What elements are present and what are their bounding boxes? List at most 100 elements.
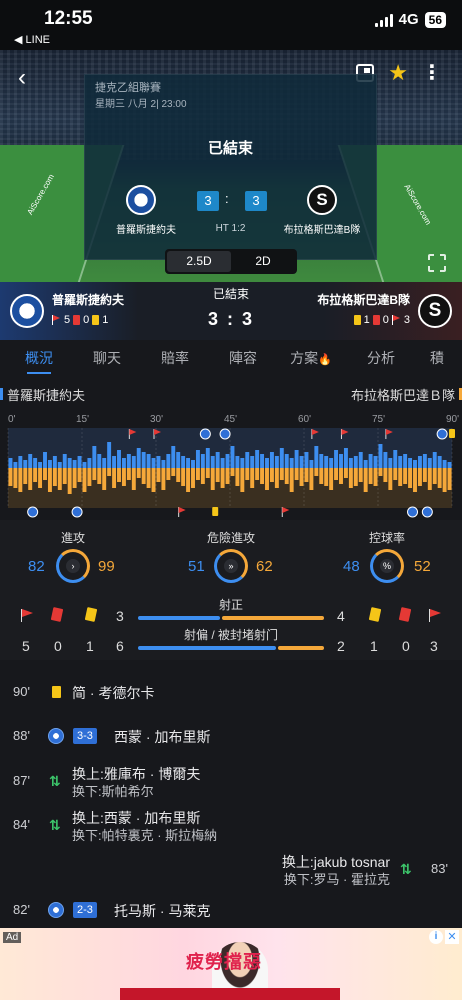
ad-headline: 疲勞擋惡 — [186, 952, 262, 972]
away-team-logo[interactable]: S — [307, 185, 337, 215]
away-momentum-bar — [102, 468, 107, 490]
match-status-bar: 已結束 — [212, 287, 249, 301]
home-momentum-bar — [442, 460, 447, 468]
away-momentum-bar — [186, 468, 191, 492]
away-momentum-bar — [117, 468, 121, 482]
attack-away: 99 — [98, 558, 115, 575]
dangerous-home: 51 — [188, 558, 205, 575]
clock: 12:55 — [44, 8, 93, 29]
back-to-app-link[interactable]: ◀ LINE — [14, 33, 50, 46]
away-momentum-bar — [210, 468, 215, 490]
home-momentum-bar — [121, 458, 126, 468]
away-momentum-bar — [161, 468, 166, 490]
event-minute: 90' — [13, 684, 30, 699]
home-momentum-bar — [52, 456, 57, 468]
more-icon[interactable]: ⋮ — [422, 63, 442, 83]
home-momentum-bar — [427, 458, 432, 468]
home-momentum-bar — [200, 454, 205, 468]
tab-analysis[interactable]: 分析 — [350, 340, 412, 376]
home-momentum-bar — [166, 454, 171, 468]
away-red-count: 0 — [402, 638, 410, 654]
tab-overview[interactable]: 概況 — [0, 340, 78, 376]
event-player: 托马斯 · 马莱克 — [114, 903, 211, 919]
status-indicators: 4G 56 — [374, 11, 446, 28]
away-momentum-bar — [289, 468, 294, 492]
possession-label: 控球率 — [368, 531, 405, 545]
momentum-chart: 0' 15' 30' 45' 60' 75' 90' — [0, 410, 462, 518]
home-team-logo[interactable] — [126, 185, 156, 215]
home-momentum-bar — [245, 452, 250, 468]
away-momentum-bar — [18, 468, 23, 492]
away-momentum-bar — [255, 468, 260, 480]
home-momentum-bar — [23, 460, 28, 468]
fullscreen-icon[interactable] — [428, 254, 446, 272]
tab-lineup[interactable]: 陣容 — [214, 340, 272, 376]
favorite-star-icon[interactable]: ★ — [388, 62, 408, 84]
away-momentum-bar — [245, 468, 250, 480]
shots-on-away: 4 — [337, 608, 345, 624]
away-momentum-bar — [62, 468, 67, 484]
home-momentum-bar — [215, 452, 220, 468]
home-momentum-bar — [294, 450, 299, 468]
home-momentum-bar — [324, 456, 329, 468]
home-momentum-bar — [67, 458, 72, 468]
ad-close-icon[interactable]: ✕ — [445, 930, 459, 944]
away-momentum-bar — [97, 468, 102, 484]
home-momentum-bar — [225, 454, 230, 468]
away-momentum-bar — [388, 468, 393, 490]
view-2.5d-button[interactable]: 2.5D — [167, 251, 231, 272]
home-momentum-bar — [131, 456, 136, 468]
home-momentum-bar — [186, 458, 191, 468]
yellow-card-icon — [52, 686, 61, 698]
tab-chat[interactable]: 聊天 — [78, 340, 136, 376]
away-event-goal-icon — [71, 506, 83, 518]
away-momentum-bar — [230, 468, 235, 476]
home-momentum-bar — [82, 462, 87, 468]
dangerous-attack-label: 危險進攻 — [206, 531, 255, 545]
away-momentum-bar — [195, 468, 200, 480]
ad-banner[interactable]: Ad i ✕ 疲勞擋惡 — [0, 928, 462, 1000]
home-momentum-bar — [161, 460, 166, 468]
view-2d-button[interactable]: 2D — [231, 251, 295, 272]
away-momentum-bar — [358, 468, 363, 482]
fire-icon: 🔥 — [318, 354, 332, 366]
away-momentum-bar — [348, 468, 353, 488]
status-bar: 12:55 ◀ LINE 4G 56 — [0, 0, 462, 50]
away-momentum-bar — [77, 468, 82, 482]
tab-bar: 概況 聊天 賠率 陣容 方案🔥 分析 積 — [0, 340, 462, 376]
home-momentum-bar — [432, 452, 437, 468]
home-momentum-bar — [33, 458, 38, 468]
ad-info-icon[interactable]: i — [429, 930, 443, 944]
home-momentum-bar — [97, 454, 102, 468]
attack-home: 82 — [28, 558, 45, 575]
home-momentum-bar — [230, 446, 235, 468]
away-momentum-bar — [67, 468, 72, 494]
tab-standings[interactable]: 積 — [412, 340, 462, 376]
away-momentum-bar — [378, 468, 383, 476]
shots-off-bar-home — [138, 646, 276, 650]
tab-tips[interactable]: 方案🔥 — [272, 340, 350, 376]
shots-on-bar-home — [138, 616, 220, 620]
substitution-icon: ⇅ — [49, 817, 61, 833]
away-momentum-bar — [131, 468, 136, 490]
event-score: 3-3 — [73, 728, 97, 744]
away-score: 3 — [245, 191, 267, 211]
goal-ball-icon — [48, 902, 64, 918]
home-momentum-bar — [62, 454, 67, 468]
home-momentum-bar — [13, 462, 18, 468]
away-momentum-bar — [432, 468, 437, 484]
back-arrow-icon[interactable]: ‹ — [18, 64, 26, 92]
away-momentum-bar — [8, 468, 13, 486]
event-minute: 82' — [13, 902, 30, 917]
home-momentum-bar — [274, 456, 279, 468]
away-momentum-bar — [225, 468, 230, 484]
tab-odds[interactable]: 賠率 — [136, 340, 214, 376]
substitution-icon: ⇅ — [49, 773, 61, 789]
away-momentum-bar — [87, 468, 92, 486]
stats-panel: 進攻 82 › 99 危險進攻 51 » 62 控球率 48 % 52 3 射正… — [0, 520, 462, 660]
event-player: 西蒙 · 加布里斯 — [114, 729, 211, 745]
home-momentum-bar — [309, 460, 314, 468]
away-momentum-bar — [284, 468, 289, 484]
home-momentum-bar — [334, 450, 339, 468]
scoreboard: 捷克乙組聯賽 星期三 八月 2| 23:00 已結束 S 普羅斯捷約夫 布拉格斯… — [84, 74, 377, 260]
